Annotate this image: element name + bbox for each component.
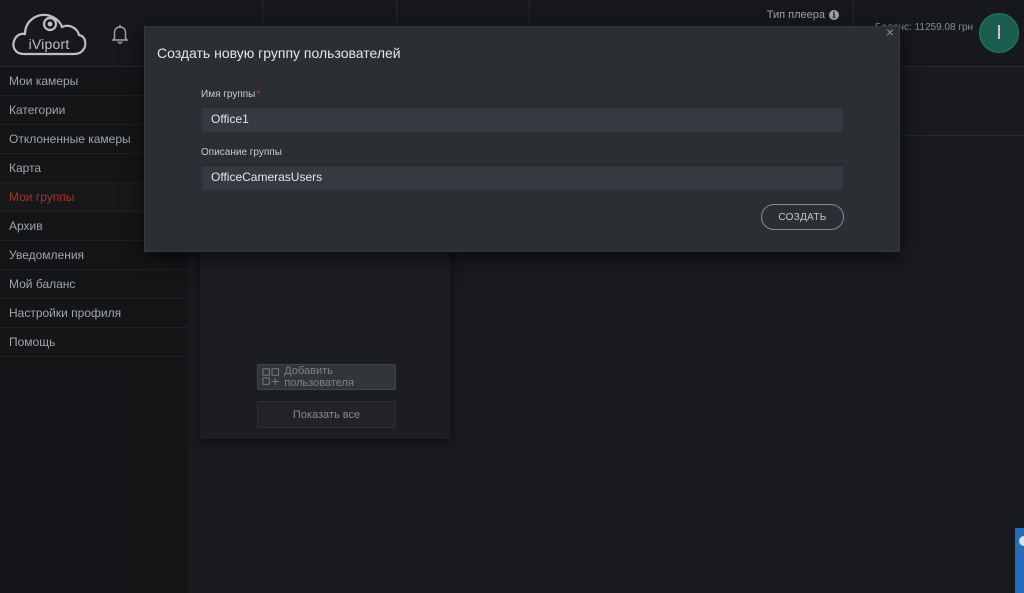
required-mark: * (256, 89, 261, 100)
create-group-modal: Создать новую группу пользователей × Имя… (144, 25, 900, 252)
group-name-label: Имя группы* (201, 89, 260, 100)
create-button[interactable]: СОЗДАТЬ (761, 204, 844, 230)
modal-title: Создать новую группу пользователей (157, 45, 401, 61)
group-name-label-text: Имя группы (201, 89, 256, 100)
group-description-label: Описание группы (201, 147, 282, 158)
group-description-input[interactable] (201, 164, 844, 190)
close-icon[interactable]: × (883, 25, 897, 39)
group-name-input[interactable] (201, 106, 844, 132)
